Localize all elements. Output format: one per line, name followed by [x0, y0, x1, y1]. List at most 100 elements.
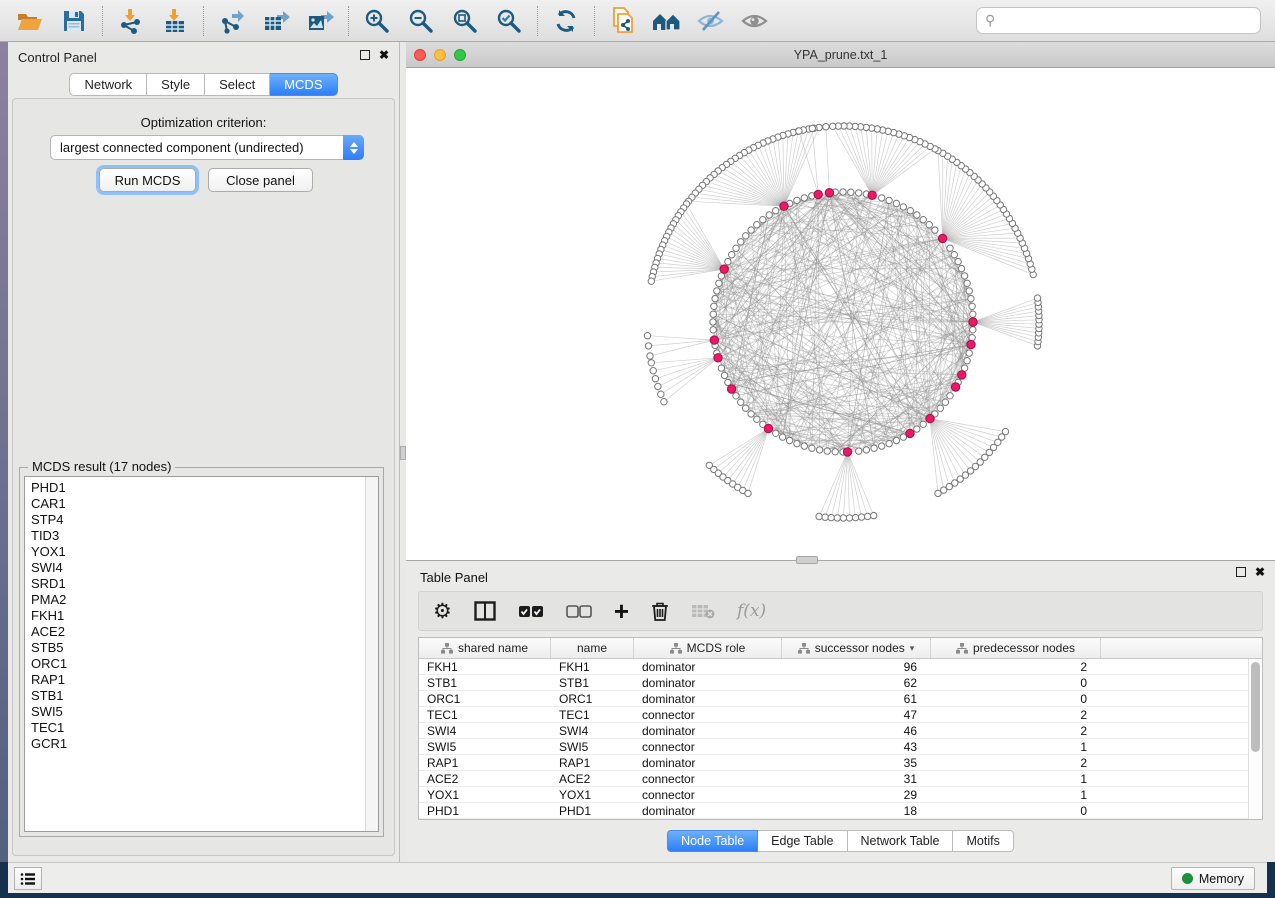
cell-shared-name[interactable]: ORC1 — [419, 691, 551, 706]
cell-MCDS-role[interactable]: dominator — [634, 675, 782, 690]
column-header-MCDS-role[interactable]: MCDS role — [634, 638, 782, 658]
cell-successor-nodes[interactable]: 96 — [782, 659, 931, 674]
table-row[interactable]: PHD1PHD1dominator180 — [419, 803, 1262, 819]
cell-successor-nodes[interactable]: 43 — [782, 739, 931, 754]
tab-node-table[interactable]: Node Table — [667, 830, 758, 852]
add-column-icon[interactable]: + — [614, 597, 629, 625]
first-neighbors-button[interactable] — [649, 5, 685, 37]
cell-shared-name[interactable]: RAP1 — [419, 755, 551, 770]
tab-edge-table[interactable]: Edge Table — [758, 830, 847, 852]
mcds-result-item[interactable]: SRD1 — [31, 576, 378, 592]
cell-successor-nodes[interactable]: 61 — [782, 691, 931, 706]
import-table-button[interactable] — [157, 5, 193, 37]
select-all-icon[interactable] — [518, 597, 544, 625]
table-scrollbar-thumb[interactable] — [1251, 662, 1260, 752]
cell-MCDS-role[interactable]: dominator — [634, 803, 782, 818]
close-panel-button[interactable]: Close panel — [208, 168, 313, 192]
network-window-titlebar[interactable]: YPA_prune.txt_1 — [406, 42, 1275, 68]
mcds-result-item[interactable]: YOX1 — [31, 544, 378, 560]
cell-successor-nodes[interactable]: 18 — [782, 803, 931, 818]
cell-MCDS-role[interactable]: connector — [634, 739, 782, 754]
mcds-result-item[interactable]: SWI4 — [31, 560, 378, 576]
cell-predecessor-nodes[interactable]: 1 — [931, 739, 1101, 754]
open-file-button[interactable] — [12, 5, 48, 37]
export-network-button[interactable] — [214, 5, 250, 37]
mcds-result-item[interactable]: ORC1 — [31, 656, 378, 672]
cell-predecessor-nodes[interactable]: 0 — [931, 691, 1101, 706]
cell-name[interactable]: SWI4 — [551, 723, 634, 738]
network-canvas[interactable] — [406, 68, 1275, 560]
mcds-result-item[interactable]: STP4 — [31, 512, 378, 528]
mcds-result-item[interactable]: PHD1 — [31, 480, 378, 496]
cell-successor-nodes[interactable]: 29 — [782, 787, 931, 802]
zoom-fit-button[interactable] — [447, 5, 483, 37]
column-header-name[interactable]: name — [551, 638, 634, 658]
table-row[interactable]: TEC1TEC1connector472 — [419, 707, 1262, 723]
table-row[interactable]: SWI4SWI4dominator462 — [419, 723, 1262, 739]
cell-name[interactable]: SWI5 — [551, 739, 634, 754]
memory-button[interactable]: Memory — [1171, 867, 1255, 890]
zoom-selected-button[interactable] — [491, 5, 527, 37]
hide-selected-button[interactable] — [693, 5, 729, 37]
mcds-result-list[interactable]: PHD1CAR1STP4TID3YOX1SWI4SRD1PMA2FKH1ACE2… — [24, 476, 379, 832]
mcds-result-item[interactable]: TID3 — [31, 528, 378, 544]
mcds-result-item[interactable]: GCR1 — [31, 736, 378, 752]
task-history-button[interactable] — [14, 867, 42, 890]
column-header-shared-name[interactable]: shared name — [419, 638, 551, 658]
cell-name[interactable]: STB1 — [551, 675, 634, 690]
mcds-result-item[interactable]: PMA2 — [31, 592, 378, 608]
cell-MCDS-role[interactable]: connector — [634, 787, 782, 802]
cell-predecessor-nodes[interactable]: 2 — [931, 659, 1101, 674]
cell-successor-nodes[interactable]: 47 — [782, 707, 931, 722]
column-header-successor-nodes[interactable]: successor nodes▾ — [782, 638, 931, 658]
save-session-button[interactable] — [56, 5, 92, 37]
refresh-button[interactable] — [548, 5, 584, 37]
cell-predecessor-nodes[interactable]: 2 — [931, 723, 1101, 738]
mcds-result-item[interactable]: STB5 — [31, 640, 378, 656]
cell-name[interactable]: YOX1 — [551, 787, 634, 802]
mcds-result-item[interactable]: TEC1 — [31, 720, 378, 736]
cell-shared-name[interactable]: PHD1 — [419, 803, 551, 818]
close-panel-icon[interactable]: ✖ — [379, 50, 389, 60]
table-settings-icon[interactable]: ⚙ — [433, 597, 452, 625]
cell-MCDS-role[interactable]: dominator — [634, 659, 782, 674]
search-input[interactable]: ⚲ — [976, 7, 1261, 34]
cell-shared-name[interactable]: YOX1 — [419, 787, 551, 802]
table-row[interactable]: STB1STB1dominator620 — [419, 675, 1262, 691]
tab-mcds[interactable]: MCDS — [270, 73, 337, 96]
cell-MCDS-role[interactable]: connector — [634, 771, 782, 786]
delete-column-icon[interactable] — [651, 597, 669, 625]
cell-MCDS-role[interactable]: dominator — [634, 691, 782, 706]
cell-shared-name[interactable]: TEC1 — [419, 707, 551, 722]
close-panel-icon[interactable]: ✖ — [1255, 567, 1265, 577]
table-row[interactable]: ORC1ORC1dominator610 — [419, 691, 1262, 707]
cell-MCDS-role[interactable]: dominator — [634, 755, 782, 770]
mcds-result-item[interactable]: SWI5 — [31, 704, 378, 720]
table-row[interactable]: ACE2ACE2connector311 — [419, 771, 1262, 787]
cell-predecessor-nodes[interactable]: 1 — [931, 771, 1101, 786]
table-scrollbar[interactable] — [1248, 659, 1262, 819]
cell-MCDS-role[interactable]: dominator — [634, 723, 782, 738]
cell-name[interactable]: PHD1 — [551, 803, 634, 818]
export-image-button[interactable] — [302, 5, 338, 37]
copy-network-button[interactable] — [605, 5, 641, 37]
zoom-out-button[interactable] — [403, 5, 439, 37]
table-row[interactable]: FKH1FKH1dominator962 — [419, 659, 1262, 675]
cell-predecessor-nodes[interactable]: 0 — [931, 803, 1101, 818]
cell-successor-nodes[interactable]: 35 — [782, 755, 931, 770]
cell-predecessor-nodes[interactable]: 1 — [931, 787, 1101, 802]
export-table-button[interactable] — [258, 5, 294, 37]
float-panel-icon[interactable] — [360, 50, 370, 60]
mcds-result-scrollbar[interactable] — [365, 477, 378, 831]
tab-select[interactable]: Select — [205, 73, 270, 96]
horizontal-splitter-handle[interactable] — [796, 556, 818, 564]
split-columns-icon[interactable] — [474, 597, 496, 625]
cell-name[interactable]: FKH1 — [551, 659, 634, 674]
deselect-all-icon[interactable] — [566, 597, 592, 625]
mcds-result-item[interactable]: STB1 — [31, 688, 378, 704]
run-mcds-button[interactable]: Run MCDS — [99, 168, 196, 192]
optimization-criterion-select[interactable]: largest connected component (undirected) — [50, 135, 364, 160]
column-header-predecessor-nodes[interactable]: predecessor nodes — [931, 638, 1101, 658]
cell-name[interactable]: RAP1 — [551, 755, 634, 770]
cell-predecessor-nodes[interactable]: 2 — [931, 707, 1101, 722]
